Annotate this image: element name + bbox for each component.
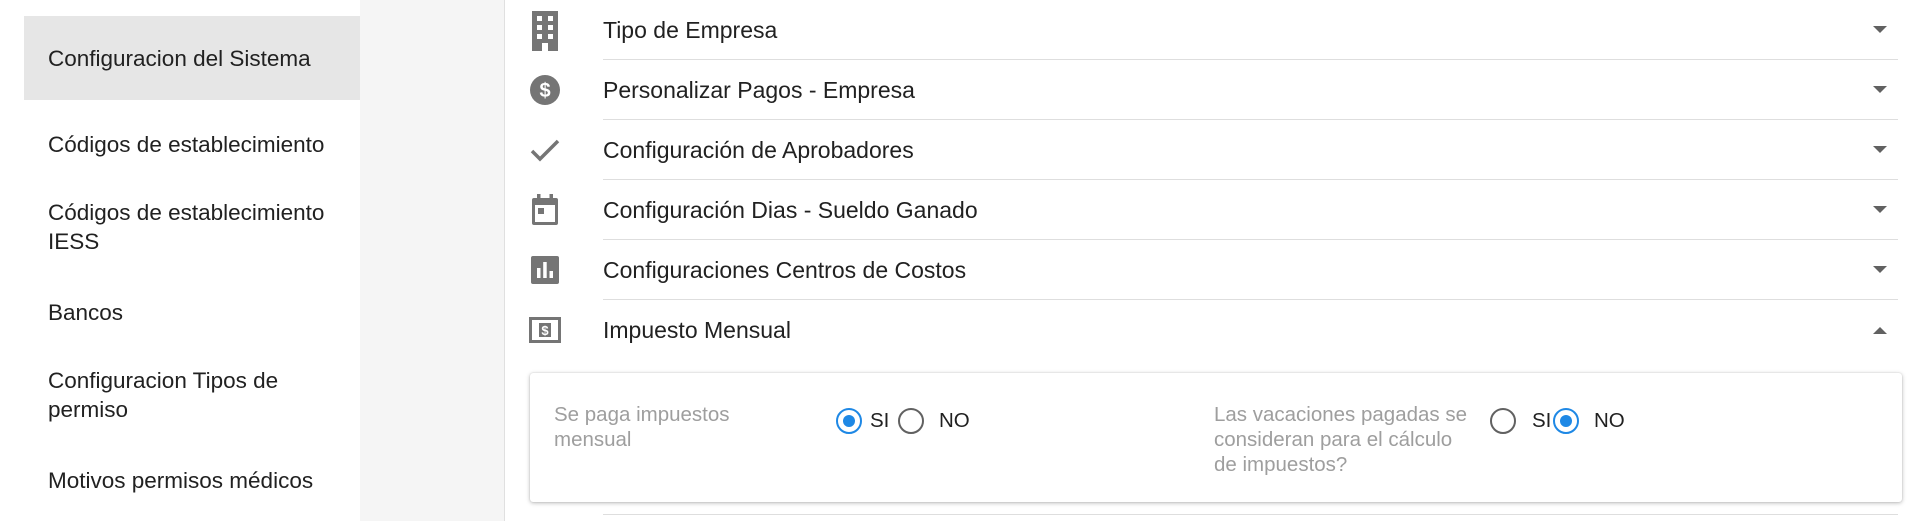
chevron-down-icon[interactable] (1872, 142, 1888, 158)
settings-accordion: Tipo de Empresa $ Personalizar Pagos - E… (505, 0, 1920, 521)
sidebar-item-bancos[interactable]: Bancos (24, 288, 360, 336)
sidebar-item-label: Códigos de establecimiento (48, 131, 325, 157)
sidebar: Configuracion del Sistema Códigos de est… (0, 0, 360, 521)
section-impuesto-mensual[interactable]: $ Impuesto Mensual (505, 300, 1920, 360)
section-label: Tipo de Empresa (603, 17, 778, 43)
sidebar-item-label: Códigos de establecimiento IESS (48, 200, 325, 254)
section-aprobadores[interactable]: Configuración de Aprobadores (505, 120, 1920, 180)
money-bill-icon: $ (529, 314, 561, 346)
chevron-down-icon[interactable] (1872, 22, 1888, 38)
vacation-tax-si-radio[interactable] (1490, 408, 1516, 434)
chevron-down-icon[interactable] (1872, 82, 1888, 98)
monthly-tax-si-radio[interactable] (836, 408, 862, 434)
monthly-tax-label: Se paga impuestos mensual (554, 403, 730, 451)
section-label: Configuraciones Centros de Costos (603, 257, 967, 283)
section-dias-sueldo[interactable]: Configuración Dias - Sueldo Ganado (505, 180, 1920, 240)
bar-chart-icon (529, 254, 561, 286)
vacation-tax-no-radio[interactable] (1553, 408, 1579, 434)
section-label: Impuesto Mensual (603, 317, 791, 343)
sidebar-item-codigos-iess[interactable]: Códigos de establecimiento IESS (24, 196, 360, 258)
monthly-tax-no-radio[interactable] (898, 408, 924, 434)
vacation-tax-label: Las vacaciones pagadas se consideran par… (1214, 403, 1468, 476)
sidebar-item-label: Motivos permisos médicos (48, 467, 314, 493)
sidebar-item-tipos-permiso[interactable]: Configuracion Tipos de permiso (24, 364, 360, 426)
calendar-icon (529, 194, 561, 226)
dollar-circle-icon: $ (529, 74, 561, 106)
section-tipo-empresa[interactable]: Tipo de Empresa (505, 0, 1920, 60)
building-icon (529, 11, 561, 51)
chevron-down-icon[interactable] (1872, 262, 1888, 278)
section-personalizar-pagos[interactable]: $ Personalizar Pagos - Empresa (505, 60, 1920, 120)
section-label: Personalizar Pagos - Empresa (603, 77, 915, 103)
section-label: Configuración Dias - Sueldo Ganado (603, 197, 978, 223)
divider (603, 514, 1898, 515)
vacation-tax-no-label[interactable]: NO (1594, 408, 1625, 434)
monthly-tax-si-label[interactable]: SI (870, 408, 889, 434)
section-label: Configuración de Aprobadores (603, 137, 914, 163)
sidebar-item-label: Bancos (48, 299, 124, 325)
chevron-up-icon[interactable] (1872, 322, 1888, 338)
sidebar-item-motivos-permisos[interactable]: Motivos permisos médicos (24, 456, 360, 504)
monthly-tax-no-label[interactable]: NO (939, 408, 970, 434)
sidebar-item-label: Configuracion del Sistema (48, 45, 311, 71)
content-gutter (360, 0, 505, 521)
sidebar-item-codigos-establecimiento[interactable]: Códigos de establecimiento (24, 120, 360, 168)
svg-text:$: $ (539, 80, 550, 102)
chevron-down-icon[interactable] (1872, 202, 1888, 218)
impuesto-mensual-panel: Se paga impuestos mensual SI NO Las vaca… (530, 373, 1902, 502)
sidebar-item-label: Configuracion Tipos de permiso (48, 368, 279, 422)
vacation-tax-si-label[interactable]: SI (1532, 408, 1551, 434)
sidebar-item-configuracion-sistema[interactable]: Configuracion del Sistema (24, 16, 360, 100)
check-icon (529, 134, 561, 166)
section-centros-costos[interactable]: Configuraciones Centros de Costos (505, 240, 1920, 300)
svg-text:$: $ (541, 323, 549, 338)
